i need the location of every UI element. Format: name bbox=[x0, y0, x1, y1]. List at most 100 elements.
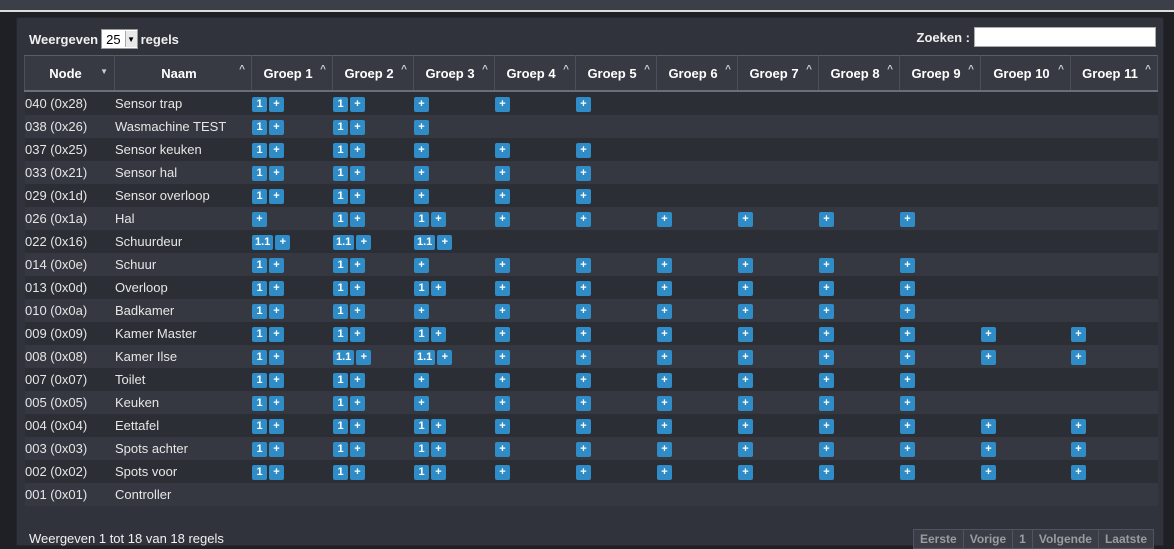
add-association-button[interactable]: + bbox=[269, 142, 284, 158]
column-header-groep-2[interactable]: Groep 2 ^ bbox=[332, 55, 414, 92]
add-association-button[interactable]: + bbox=[738, 349, 753, 365]
add-association-button[interactable]: + bbox=[269, 418, 284, 434]
association-badge[interactable]: 1 bbox=[252, 188, 267, 204]
association-badge[interactable]: 1.1 bbox=[414, 234, 436, 250]
table-row[interactable]: 037 (0x25) Sensor keuken 1 +1 + + + + bbox=[24, 138, 1158, 161]
add-association-button[interactable]: + bbox=[431, 418, 446, 434]
add-association-button[interactable]: + bbox=[350, 257, 365, 273]
add-association-button[interactable]: + bbox=[738, 395, 753, 411]
association-badge[interactable]: 1 bbox=[333, 395, 348, 411]
table-row[interactable]: 002 (0x02) Spots voor 1 +1 +1 + + + + + + + + + bbox=[24, 460, 1158, 483]
table-row[interactable]: 008 (0x08) Kamer Ilse 1 +1.1 +1.1 + + + + + + + + + bbox=[24, 345, 1158, 368]
add-association-button[interactable]: + bbox=[900, 464, 915, 480]
add-association-button[interactable]: + bbox=[350, 418, 365, 434]
association-badge[interactable]: 1 bbox=[252, 418, 267, 434]
table-row[interactable]: 038 (0x26) Wasmachine TEST 1 +1 + + bbox=[24, 115, 1158, 138]
add-association-button[interactable]: + bbox=[414, 257, 429, 273]
add-association-button[interactable]: + bbox=[819, 418, 834, 434]
table-row[interactable]: 040 (0x28) Sensor trap 1 +1 + + + + bbox=[24, 91, 1158, 115]
add-association-button[interactable]: + bbox=[900, 372, 915, 388]
add-association-button[interactable]: + bbox=[1071, 349, 1086, 365]
association-badge[interactable]: 1 bbox=[252, 464, 267, 480]
add-association-button[interactable]: + bbox=[495, 326, 510, 342]
add-association-button[interactable]: + bbox=[495, 280, 510, 296]
add-association-button[interactable]: + bbox=[738, 280, 753, 296]
add-association-button[interactable]: + bbox=[269, 464, 284, 480]
add-association-button[interactable]: + bbox=[431, 211, 446, 227]
table-row[interactable]: 005 (0x05) Keuken 1 +1 + + + + + + + + bbox=[24, 391, 1158, 414]
table-row[interactable]: 009 (0x09) Kamer Master 1 +1 +1 + + + + + + + + + bbox=[24, 322, 1158, 345]
add-association-button[interactable]: + bbox=[252, 211, 267, 227]
association-badge[interactable]: 1 bbox=[333, 280, 348, 296]
association-badge[interactable]: 1.1 bbox=[252, 234, 274, 250]
add-association-button[interactable]: + bbox=[738, 464, 753, 480]
add-association-button[interactable]: + bbox=[269, 280, 284, 296]
add-association-button[interactable]: + bbox=[576, 326, 591, 342]
column-header-groep-11[interactable]: Groep 11 ^ bbox=[1070, 55, 1158, 92]
add-association-button[interactable]: + bbox=[1071, 418, 1086, 434]
pager-laatste-button[interactable]: Laatste bbox=[1097, 529, 1154, 549]
association-badge[interactable]: 1 bbox=[252, 326, 267, 342]
table-row[interactable]: 033 (0x21) Sensor hal 1 +1 + + + + bbox=[24, 161, 1158, 184]
add-association-button[interactable]: + bbox=[738, 303, 753, 319]
add-association-button[interactable]: + bbox=[657, 303, 672, 319]
add-association-button[interactable]: + bbox=[269, 257, 284, 273]
add-association-button[interactable]: + bbox=[1071, 326, 1086, 342]
association-badge[interactable]: 1 bbox=[333, 165, 348, 181]
add-association-button[interactable]: + bbox=[414, 119, 429, 135]
association-badge[interactable]: 1 bbox=[252, 165, 267, 181]
add-association-button[interactable]: + bbox=[437, 234, 453, 250]
add-association-button[interactable]: + bbox=[414, 165, 429, 181]
add-association-button[interactable]: + bbox=[576, 441, 591, 457]
association-badge[interactable]: 1 bbox=[252, 303, 267, 319]
add-association-button[interactable]: + bbox=[738, 257, 753, 273]
add-association-button[interactable]: + bbox=[981, 418, 996, 434]
add-association-button[interactable]: + bbox=[981, 349, 996, 365]
add-association-button[interactable]: + bbox=[350, 441, 365, 457]
column-header-groep-7[interactable]: Groep 7 ^ bbox=[737, 55, 819, 92]
add-association-button[interactable]: + bbox=[900, 395, 915, 411]
add-association-button[interactable]: + bbox=[269, 303, 284, 319]
add-association-button[interactable]: + bbox=[819, 280, 834, 296]
add-association-button[interactable]: + bbox=[738, 441, 753, 457]
add-association-button[interactable]: + bbox=[431, 326, 446, 342]
association-badge[interactable]: 1 bbox=[252, 395, 267, 411]
column-header-groep-8[interactable]: Groep 8 ^ bbox=[818, 55, 900, 92]
add-association-button[interactable]: + bbox=[269, 96, 284, 112]
add-association-button[interactable]: + bbox=[1071, 441, 1086, 457]
add-association-button[interactable]: + bbox=[495, 188, 510, 204]
add-association-button[interactable]: + bbox=[269, 326, 284, 342]
association-badge[interactable]: 1 bbox=[333, 441, 348, 457]
add-association-button[interactable]: + bbox=[657, 464, 672, 480]
add-association-button[interactable]: + bbox=[576, 395, 591, 411]
column-header-groep-3[interactable]: Groep 3 ^ bbox=[413, 55, 495, 92]
add-association-button[interactable]: + bbox=[819, 441, 834, 457]
association-badge[interactable]: 1 bbox=[252, 372, 267, 388]
add-association-button[interactable]: + bbox=[495, 257, 510, 273]
association-badge[interactable]: 1 bbox=[333, 188, 348, 204]
column-header-groep-10[interactable]: Groep 10 ^ bbox=[980, 55, 1071, 92]
add-association-button[interactable]: + bbox=[350, 326, 365, 342]
add-association-button[interactable]: + bbox=[269, 395, 284, 411]
add-association-button[interactable]: + bbox=[495, 303, 510, 319]
add-association-button[interactable]: + bbox=[738, 418, 753, 434]
add-association-button[interactable]: + bbox=[657, 257, 672, 273]
table-row[interactable]: 007 (0x07) Toilet 1 +1 + + + + + + + + bbox=[24, 368, 1158, 391]
add-association-button[interactable]: + bbox=[431, 280, 446, 296]
association-badge[interactable]: 1 bbox=[333, 211, 348, 227]
add-association-button[interactable]: + bbox=[900, 441, 915, 457]
association-badge[interactable]: 1 bbox=[333, 303, 348, 319]
add-association-button[interactable]: + bbox=[900, 211, 915, 227]
add-association-button[interactable]: + bbox=[819, 464, 834, 480]
add-association-button[interactable]: + bbox=[414, 96, 429, 112]
column-header-groep-1[interactable]: Groep 1 ^ bbox=[251, 55, 333, 92]
add-association-button[interactable]: + bbox=[657, 349, 672, 365]
add-association-button[interactable]: + bbox=[576, 349, 591, 365]
association-badge[interactable]: 1 bbox=[333, 96, 348, 112]
table-row[interactable]: 026 (0x1a) Hal +1 +1 + + + + + + + bbox=[24, 207, 1158, 230]
add-association-button[interactable]: + bbox=[738, 211, 753, 227]
add-association-button[interactable]: + bbox=[657, 211, 672, 227]
add-association-button[interactable]: + bbox=[576, 257, 591, 273]
add-association-button[interactable]: + bbox=[1071, 464, 1086, 480]
table-row[interactable]: 010 (0x0a) Badkamer 1 +1 + + + + + + + + bbox=[24, 299, 1158, 322]
